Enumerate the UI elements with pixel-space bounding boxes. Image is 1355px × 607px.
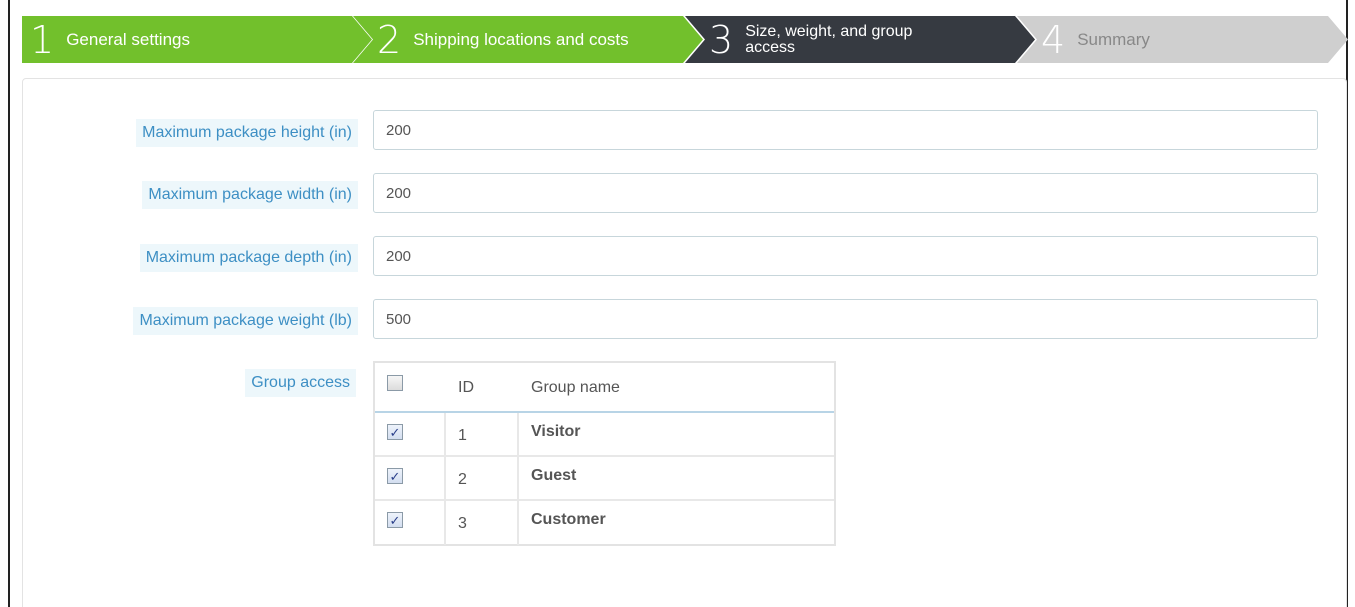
width-input[interactable]: 200 xyxy=(373,173,1318,213)
height-input[interactable]: 200 xyxy=(373,110,1318,150)
wizard-step-summary[interactable]: 4 Summary xyxy=(1017,16,1348,63)
header-id-cell: ID xyxy=(446,363,519,411)
column-header-id: ID xyxy=(458,379,474,396)
group-checkbox-visitor[interactable]: ✓ xyxy=(387,424,403,440)
step-label: Summary xyxy=(1077,30,1150,49)
select-all-checkbox[interactable] xyxy=(387,375,403,391)
group-id: 1 xyxy=(458,427,467,444)
table-row: ✓ 3 Customer xyxy=(375,501,834,545)
weight-label: Maximum package weight (lb) xyxy=(133,307,358,335)
step-label: Shipping locations and costs xyxy=(413,30,629,49)
wizard-step-shipping-locations[interactable]: 2 Shipping locations and costs xyxy=(353,16,703,63)
header-name-cell: Group name xyxy=(519,363,834,411)
group-checkbox-guest[interactable]: ✓ xyxy=(387,468,403,484)
name-cell: Guest xyxy=(519,457,834,499)
group-id: 3 xyxy=(458,515,467,532)
name-cell: Customer xyxy=(519,501,834,545)
step-number: 2 xyxy=(377,17,402,62)
checkmark-icon: ✓ xyxy=(389,512,401,528)
group-name: Customer xyxy=(531,511,606,528)
group-checkbox-customer[interactable]: ✓ xyxy=(387,512,403,528)
form-row-depth: Maximum package depth (in) 200 xyxy=(23,236,1348,278)
table-row: ✓ 1 Visitor xyxy=(375,413,834,457)
depth-label: Maximum package depth (in) xyxy=(139,244,358,272)
id-cell: 2 xyxy=(446,457,519,499)
wizard-steps: 1 General settings 2 Shipping locations … xyxy=(22,16,1348,63)
form-row-weight: Maximum package weight (lb) 500 xyxy=(23,299,1348,341)
table-header: ID Group name xyxy=(375,363,834,413)
step-number: 1 xyxy=(30,17,55,62)
wizard-step-general-settings[interactable]: 1 General settings xyxy=(22,16,372,63)
step-label: General settings xyxy=(66,30,190,49)
wizard-step-size-weight-group[interactable]: 3 Size, weight, and group access xyxy=(685,16,1035,63)
width-label: Maximum package width (in) xyxy=(142,181,358,209)
column-header-group-name: Group name xyxy=(531,379,620,396)
form-panel: Maximum package height (in) 200 Maximum … xyxy=(22,78,1347,607)
name-cell: Visitor xyxy=(519,413,834,455)
checkbox-cell: ✓ xyxy=(375,501,446,545)
id-cell: 1 xyxy=(446,413,519,455)
form-row-height: Maximum package height (in) 200 xyxy=(23,109,1348,151)
step-label: Size, weight, and group access xyxy=(745,23,913,56)
depth-input[interactable]: 200 xyxy=(373,236,1318,276)
step-number: 3 xyxy=(709,17,734,62)
checkmark-icon: ✓ xyxy=(389,468,401,484)
checkbox-cell: ✓ xyxy=(375,457,446,499)
step-arrow-shape xyxy=(1017,16,1348,63)
checkbox-cell: ✓ xyxy=(375,413,446,455)
group-name: Visitor xyxy=(531,423,581,440)
form-row-width: Maximum package width (in) 200 xyxy=(23,173,1348,215)
header-checkbox-cell xyxy=(375,363,446,411)
group-access-label: Group access xyxy=(245,369,356,397)
step-number: 4 xyxy=(1041,17,1066,62)
group-access-table: ID Group name ✓ 1 Visitor ✓ 2 Guest ✓ 3 … xyxy=(373,361,836,546)
carrier-wizard-page: 1 General settings 2 Shipping locations … xyxy=(0,0,1355,607)
table-row: ✓ 2 Guest xyxy=(375,457,834,501)
id-cell: 3 xyxy=(446,501,519,545)
group-id: 2 xyxy=(458,471,467,488)
checkmark-icon: ✓ xyxy=(389,424,401,440)
weight-input[interactable]: 500 xyxy=(373,299,1318,339)
height-label: Maximum package height (in) xyxy=(136,119,358,147)
group-name: Guest xyxy=(531,467,577,484)
